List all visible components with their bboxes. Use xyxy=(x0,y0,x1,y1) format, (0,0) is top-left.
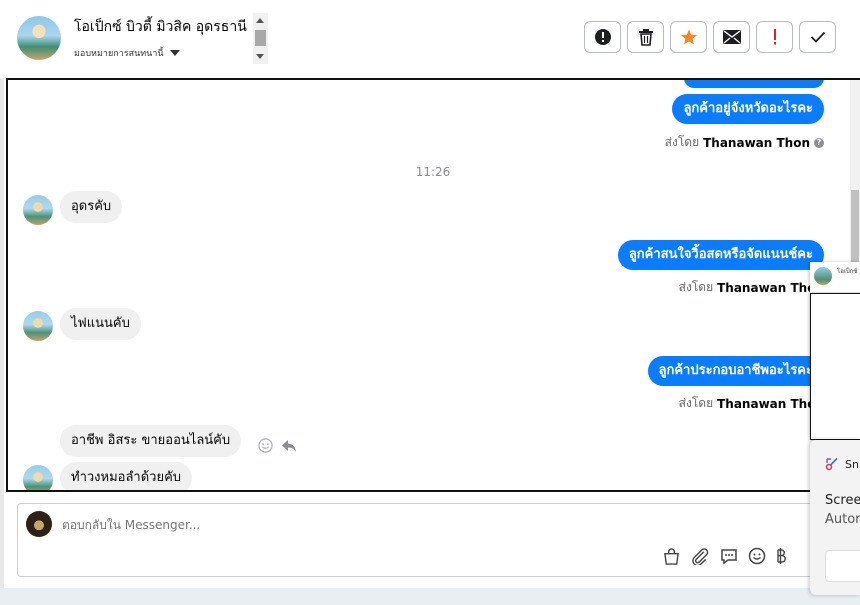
toast-header: Sn xyxy=(825,457,859,471)
mini-chat-window[interactable]: โอเป็กซ์ xyxy=(810,262,860,440)
conversation-actions xyxy=(584,21,836,53)
message-icon xyxy=(721,548,737,564)
contact-avatar[interactable] xyxy=(23,465,53,490)
attach-button[interactable] xyxy=(690,547,710,565)
message-bubble-incoming[interactable]: อุดรคับ xyxy=(60,191,123,223)
emoji-react-icon[interactable] xyxy=(258,438,273,453)
check-icon xyxy=(810,31,825,43)
assign-label: มอบหมายการสนทนานี้ xyxy=(74,49,164,59)
sent-by-label: ส่งโดย Thanawan Thon xyxy=(679,278,824,297)
sender-name[interactable]: Thanawan Thon xyxy=(717,397,824,411)
follow-up-button[interactable] xyxy=(756,21,793,53)
page-title[interactable]: โอเป็กซ์ บิวตี้ มิวสิค อุดรธานี xyxy=(74,16,247,38)
message-bubble-outgoing-partial[interactable] xyxy=(684,80,824,88)
message-bubble-incoming[interactable]: ทำวงหมอลำด้วยคับ xyxy=(60,462,193,490)
mini-chat-avatar xyxy=(814,267,832,285)
notification-toast[interactable]: Sn Screen Autom xyxy=(810,440,860,595)
page-bottom-strip xyxy=(0,588,860,605)
message-bubble-outgoing[interactable]: ลูกค้าประกอบอาชีพอะไรคะ xyxy=(647,356,824,386)
page-avatar[interactable] xyxy=(17,16,61,60)
mark-unread-button[interactable] xyxy=(713,21,750,53)
sent-by-label: ส่งโดย Thanawan Thon ? xyxy=(665,133,824,152)
message-timestamp: 11:26 xyxy=(415,165,451,179)
assign-conversation-dropdown[interactable]: มอบหมายการสนทนานี้ xyxy=(74,46,180,60)
caret-down-icon xyxy=(169,50,180,56)
delete-button[interactable] xyxy=(627,21,664,53)
star-icon xyxy=(680,29,697,45)
message-hover-tools xyxy=(258,438,297,453)
snipping-tool-icon xyxy=(825,457,838,471)
star-button[interactable] xyxy=(670,21,707,53)
info-icon[interactable]: ? xyxy=(814,137,824,148)
bag-icon xyxy=(664,547,679,565)
sender-name[interactable]: Thanawan Thon xyxy=(703,136,810,150)
sent-by-prefix: ส่งโดย xyxy=(678,280,714,294)
toast-subtitle: Autom xyxy=(825,512,860,527)
conversation-header: โอเป็กซ์ บิวตี้ มิวสิค อุดรธานี มอบหมายก… xyxy=(0,0,860,78)
sent-by-prefix: ส่งโดย xyxy=(664,135,700,149)
scroll-down-icon[interactable] xyxy=(256,54,264,59)
header-scrollbar[interactable] xyxy=(253,13,268,64)
emoji-button[interactable] xyxy=(748,547,766,565)
message-thread[interactable]: ลูกค้าอยู่จังหวัดอะไรคะ ส่งโดย Thanawan … xyxy=(6,78,860,492)
mini-chat-header[interactable]: โอเป็กซ์ xyxy=(810,262,860,293)
scroll-thumb[interactable] xyxy=(851,190,859,270)
paperclip-icon xyxy=(692,547,709,565)
saved-reply-button[interactable] xyxy=(720,548,738,565)
message-bubble-incoming[interactable]: อาชีพ อิสระ ขายออนไลน์คับ xyxy=(60,425,242,457)
payment-button[interactable] xyxy=(776,547,786,565)
reply-icon[interactable] xyxy=(281,439,297,453)
message-bubble-outgoing[interactable]: ลูกค้าอยู่จังหวัดอะไรคะ xyxy=(672,94,824,124)
emoji-icon xyxy=(748,547,766,565)
scroll-thumb[interactable] xyxy=(255,30,266,46)
mini-chat-body xyxy=(810,293,860,440)
contact-avatar[interactable] xyxy=(23,195,53,225)
mini-chat-title: โอเป็กซ์ xyxy=(837,268,858,275)
sent-by-label: ส่งโดย Thanawan Thon xyxy=(679,394,824,413)
reply-input[interactable] xyxy=(62,518,662,532)
message-bubble-incoming[interactable]: ไฟแนนคับ xyxy=(60,308,141,340)
toast-title: Screen xyxy=(825,493,860,508)
mark-done-button[interactable] xyxy=(799,21,836,53)
shop-bag-button[interactable] xyxy=(663,547,680,565)
trash-icon xyxy=(638,29,653,46)
left-edge-scroll xyxy=(0,78,4,588)
sent-by-prefix: ส่งโดย xyxy=(678,396,714,410)
scroll-up-icon[interactable] xyxy=(256,18,264,23)
mark-spam-button[interactable] xyxy=(584,21,621,53)
reply-composer xyxy=(17,503,847,577)
composer-toolbar xyxy=(663,547,786,565)
toast-app-name: Sn xyxy=(845,457,859,471)
envelope-icon xyxy=(722,30,741,44)
alert-circle-icon xyxy=(594,29,611,45)
exclamation-icon xyxy=(773,29,776,45)
baht-icon xyxy=(777,548,786,564)
contact-avatar[interactable] xyxy=(23,311,53,341)
page-avatar-small xyxy=(26,511,52,537)
toast-action-button[interactable] xyxy=(825,550,860,582)
message-bubble-outgoing[interactable]: ลูกค้าสนใจวิ้อสดหรือจัดแนนช์คะ xyxy=(617,240,824,270)
sender-name[interactable]: Thanawan Thon xyxy=(717,281,824,295)
